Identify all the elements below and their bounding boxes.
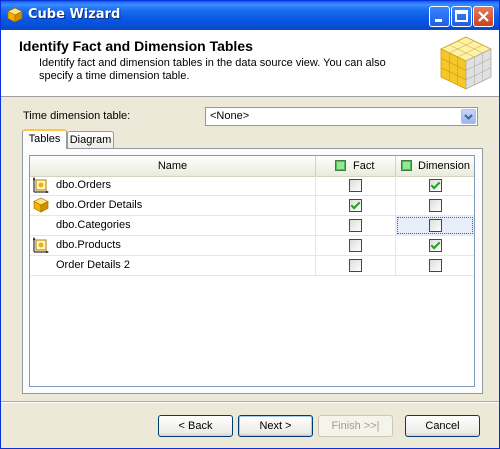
dimension-cell[interactable] [396, 196, 474, 215]
dimension-cell[interactable] [396, 256, 474, 275]
next-button[interactable]: Next > [238, 415, 313, 437]
table-name: Order Details 2 [56, 259, 130, 271]
fact-checkbox[interactable] [349, 219, 362, 232]
tab-diagram-label: Diagram [69, 134, 112, 146]
table-row[interactable]: dbo.Categories [30, 216, 474, 236]
dimension-column-label: Dimension [418, 160, 470, 172]
dropdown-button[interactable] [461, 109, 476, 124]
chevron-down-icon [464, 114, 473, 120]
dimension-checkbox[interactable] [429, 179, 442, 192]
minimize-icon [435, 19, 442, 22]
maximize-button[interactable] [451, 6, 472, 27]
dimension-checkbox[interactable] [429, 239, 442, 252]
minimize-button[interactable] [429, 6, 450, 27]
fact-cell[interactable] [316, 216, 396, 235]
time-dimension-icon [33, 237, 49, 253]
tab-diagram[interactable]: Diagram [67, 131, 114, 149]
table-row[interactable]: dbo.Order Details [30, 196, 474, 216]
time-dimension-label: Time dimension table: [23, 110, 131, 122]
table-name: dbo.Orders [56, 179, 112, 191]
name-column-label: Name [157, 160, 188, 172]
fact-column-label: Fact [353, 160, 375, 172]
fact-cell[interactable] [316, 176, 396, 195]
page-title: Identify Fact and Dimension Tables [19, 38, 253, 54]
fact-cell[interactable] [316, 236, 396, 255]
select-all-fact-checkbox[interactable] [335, 160, 346, 171]
tab-tables[interactable]: Tables [22, 129, 67, 149]
table-name: dbo.Categories [56, 219, 131, 231]
footer-divider [1, 401, 499, 403]
title-bar[interactable]: Cube Wizard [1, 1, 499, 30]
back-button[interactable]: < Back [158, 415, 233, 437]
fact-cell[interactable] [316, 196, 396, 215]
page-description: Identify fact and dimension tables in th… [39, 57, 386, 82]
fact-checkbox[interactable] [349, 199, 362, 212]
fact-cell[interactable] [316, 256, 396, 275]
table-row[interactable]: dbo.Products [30, 236, 474, 256]
cube-icon [33, 197, 49, 213]
dimension-checkbox[interactable] [429, 199, 442, 212]
fact-checkbox[interactable] [349, 179, 362, 192]
close-button[interactable] [473, 6, 494, 27]
maximize-icon [455, 10, 468, 22]
dimension-cell[interactable] [396, 176, 474, 195]
time-dimension-select[interactable]: <None> [205, 107, 478, 126]
cube-icon [7, 7, 23, 23]
dimension-checkbox[interactable] [429, 219, 442, 232]
tables-grid: Name Fact Dimension dbo.Orders dbo.Order… [29, 155, 475, 387]
dimension-cell-selected[interactable] [396, 216, 474, 235]
wizard-header: Identify Fact and Dimension Tables Ident… [1, 30, 499, 97]
column-header-fact[interactable]: Fact [316, 156, 396, 176]
close-icon [478, 11, 489, 22]
fact-checkbox[interactable] [349, 259, 362, 272]
cube-logo-icon [440, 36, 492, 90]
time-dimension-value: <None> [210, 110, 250, 122]
time-dimension-icon [33, 177, 49, 193]
cube-wizard-window: Cube Wizard Identify Fact and Dimension … [0, 0, 500, 449]
table-name: dbo.Products [56, 239, 121, 251]
name-cell: dbo.Order Details [30, 196, 316, 215]
select-all-dimension-checkbox[interactable] [401, 160, 412, 171]
column-header-name[interactable]: Name [30, 156, 316, 176]
fact-checkbox[interactable] [349, 239, 362, 252]
finish-button[interactable]: Finish >>| [318, 415, 393, 437]
cancel-button[interactable]: Cancel [405, 415, 480, 437]
name-cell: Order Details 2 [30, 256, 316, 275]
name-cell: dbo.Orders [30, 176, 316, 195]
window-title: Cube Wizard [28, 7, 121, 22]
name-cell: dbo.Categories [30, 216, 316, 235]
dimension-checkbox[interactable] [429, 259, 442, 272]
table-name: dbo.Order Details [56, 199, 143, 211]
column-header-dimension[interactable]: Dimension [396, 156, 474, 176]
tab-tables-label: Tables [28, 133, 61, 145]
table-row[interactable]: Order Details 2 [30, 256, 474, 276]
grid-header: Name Fact Dimension [30, 156, 474, 177]
table-row[interactable]: dbo.Orders [30, 176, 474, 196]
name-cell: dbo.Products [30, 236, 316, 255]
dimension-cell[interactable] [396, 236, 474, 255]
